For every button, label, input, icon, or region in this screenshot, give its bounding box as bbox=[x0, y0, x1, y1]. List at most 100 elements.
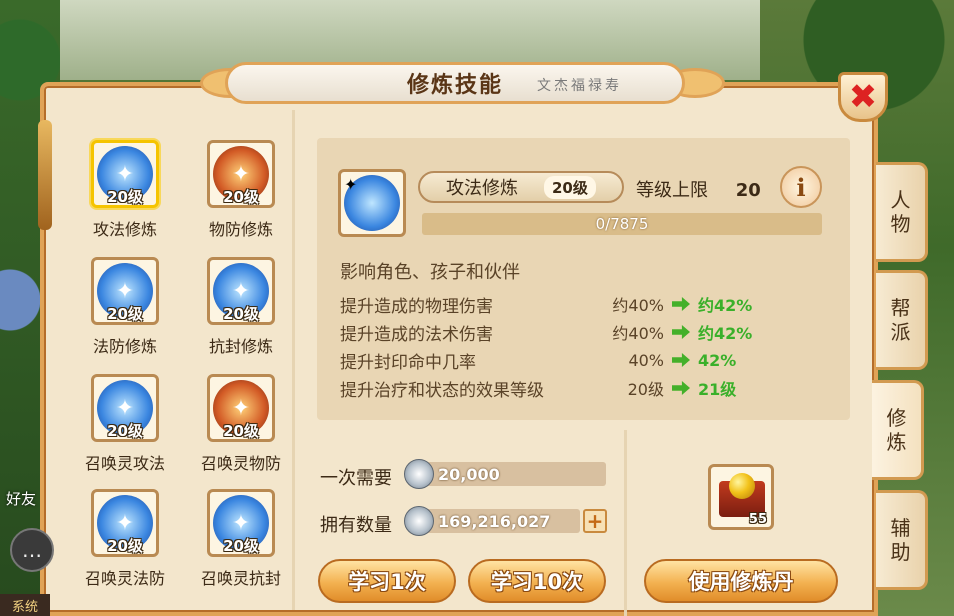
use-pill-button[interactable]: 使用修炼丹 bbox=[644, 559, 838, 603]
skill-icon-frame: ✦ 20级 bbox=[207, 257, 275, 325]
add-currency-button[interactable]: + bbox=[583, 509, 607, 533]
skill-name: 召唤灵攻法 bbox=[84, 454, 165, 473]
effect-next: 约42% bbox=[698, 296, 753, 315]
effect-label: 提升封印命中几率 bbox=[340, 352, 476, 373]
experience-progress-bar: 0/7875 bbox=[422, 213, 822, 235]
skill-name: 攻法修炼 bbox=[446, 178, 518, 199]
panel-title: 修炼技能 bbox=[406, 73, 503, 98]
skill-level: 20级 bbox=[544, 175, 596, 199]
skill-level-badge: 20级 bbox=[223, 188, 259, 206]
cost-value: 20,000 bbox=[438, 464, 500, 484]
effect-next: 21级 bbox=[698, 380, 737, 399]
skill-icon-frame: ✦ 20级 bbox=[207, 374, 275, 442]
skill-name: 召唤灵法防 bbox=[84, 569, 165, 588]
side-tab-char: 助 bbox=[890, 540, 911, 564]
gold-orb-icon bbox=[729, 473, 755, 499]
skill-grid: ✦ 20级 攻法修炼 ✦ 20级 物防修炼 ✦ 20级 法防修炼 ✦ 20级 抗封修炼 ✦ 20级 召唤灵攻… bbox=[70, 140, 290, 600]
title-bar: 修炼技能 文杰福禄寿 bbox=[225, 62, 685, 104]
attack-magic-icon: ✦ bbox=[344, 175, 400, 231]
effect-label: 提升造成的法术伤害 bbox=[340, 324, 493, 345]
effect-next: 约42% bbox=[698, 324, 753, 343]
skill-level-badge: 20级 bbox=[223, 422, 259, 440]
effect-row: 提升封印命中几率 40% 42% bbox=[340, 346, 800, 374]
cultivation-pill-item[interactable]: 55 bbox=[708, 464, 774, 530]
skill-item[interactable]: ✦ 20级 物防修炼 bbox=[186, 140, 296, 255]
level-cap: 等级上限 20 bbox=[636, 176, 761, 202]
side-tab[interactable]: 帮派 bbox=[876, 270, 928, 370]
pill-quantity: 55 bbox=[748, 512, 767, 527]
skill-item[interactable]: ✦ 20级召唤灵物防 bbox=[186, 374, 296, 489]
learn-ten-button[interactable]: 学习10次 bbox=[468, 559, 606, 603]
effect-row: 提升造成的物理伤害 约40% 约42% bbox=[340, 290, 800, 318]
skill-name: 攻法修炼 bbox=[92, 220, 157, 239]
side-tab-char: 辅 bbox=[890, 516, 911, 540]
effect-next: 42% bbox=[698, 350, 737, 370]
effect-label: 提升治疗和状态的效果等级 bbox=[340, 380, 544, 401]
skill-level-badge: 20级 bbox=[107, 305, 143, 323]
divider bbox=[624, 430, 627, 616]
side-tab[interactable]: 修炼 bbox=[872, 380, 924, 480]
owned-field: 169,216,027 bbox=[404, 506, 580, 536]
skill-name: 法防修炼 bbox=[92, 337, 157, 356]
effect-current: 约40% bbox=[612, 324, 664, 343]
skill-icon-frame: ✦ 20级 bbox=[91, 374, 159, 442]
effect-title: 影响角色、孩子和伙伴 bbox=[340, 262, 520, 283]
skill-name: 抗封修炼 bbox=[208, 337, 273, 356]
skill-level-badge: 20级 bbox=[223, 305, 259, 323]
arrow-right-icon bbox=[672, 325, 690, 339]
silver-coin-icon bbox=[404, 459, 434, 489]
divider bbox=[292, 110, 295, 610]
skill-item[interactable]: ✦ 20级召唤灵抗封 bbox=[186, 489, 296, 604]
effect-label: 提升造成的物理伤害 bbox=[340, 296, 493, 317]
info-icon: i bbox=[796, 172, 806, 202]
silver-coin-icon bbox=[404, 506, 434, 536]
effect-current: 40% bbox=[628, 350, 664, 370]
selected-skill-icon: ✦ bbox=[338, 169, 406, 237]
arrow-right-icon bbox=[672, 297, 690, 311]
progress-text: 0/7875 bbox=[595, 215, 649, 233]
effect-row: 提升治疗和状态的效果等级 20级 21级 bbox=[340, 374, 800, 402]
chat-button[interactable]: … bbox=[10, 528, 54, 572]
info-button[interactable]: i bbox=[780, 166, 822, 208]
friend-label[interactable]: 好友 bbox=[6, 488, 36, 509]
skill-name: 召唤灵物防 bbox=[200, 454, 281, 473]
system-channel-tab[interactable]: 系统 bbox=[0, 594, 50, 616]
skill-icon-frame: ✦ 20级 bbox=[91, 257, 159, 325]
side-tab-char: 物 bbox=[890, 212, 911, 236]
side-tab-char: 修 bbox=[886, 406, 907, 430]
skill-name-bar: 攻法修炼 20级 bbox=[418, 171, 624, 203]
arrow-right-icon bbox=[672, 381, 690, 395]
skill-level-badge: 20级 bbox=[107, 188, 143, 206]
effect-current: 约40% bbox=[612, 296, 664, 315]
effect-row: 提升造成的法术伤害 约40% 约42% bbox=[340, 318, 800, 346]
skill-icon-frame: ✦ 20级 bbox=[207, 140, 275, 208]
skill-icon-frame: ✦ 20级 bbox=[91, 140, 159, 208]
owned-value: 169,216,027 bbox=[438, 511, 551, 531]
owned-label: 拥有数量 bbox=[320, 515, 392, 536]
skill-item[interactable]: ✦ 20级 召唤灵法防 bbox=[70, 489, 180, 604]
arrow-right-icon bbox=[672, 353, 690, 367]
side-tab[interactable]: 辅助 bbox=[876, 490, 928, 590]
side-tab-char: 炼 bbox=[886, 430, 907, 454]
side-tab-char: 帮 bbox=[890, 296, 911, 320]
cost-label: 一次需要 bbox=[320, 468, 392, 489]
plus-icon: + bbox=[586, 509, 604, 533]
skill-item[interactable]: ✦ 20级法防修炼 bbox=[70, 257, 180, 372]
title-decoration-text: 文杰福禄寿 bbox=[537, 78, 622, 94]
effect-current: 20级 bbox=[627, 380, 664, 399]
learn-once-button[interactable]: 学习1次 bbox=[318, 559, 456, 603]
effect-list: 提升造成的物理伤害 约40% 约42% 提升造成的法术伤害 约40% 约42% 提升封印命中… bbox=[340, 290, 800, 402]
close-button[interactable]: ✖ bbox=[838, 72, 888, 122]
side-tab-char: 派 bbox=[890, 320, 911, 344]
close-icon: ✖ bbox=[848, 77, 878, 117]
level-cap-value: 20 bbox=[735, 180, 761, 201]
skill-item[interactable]: ✦ 20级抗封修炼 bbox=[186, 257, 296, 372]
side-tab[interactable]: 人物 bbox=[876, 162, 928, 262]
tassel-ornament bbox=[38, 120, 52, 230]
skill-name: 召唤灵抗封 bbox=[200, 569, 281, 588]
skill-item[interactable]: ✦ 20级攻法修炼 bbox=[70, 140, 180, 255]
skill-icon-frame: ✦ 20级 bbox=[207, 489, 275, 557]
skill-item[interactable]: ✦ 20级召唤灵攻法 bbox=[70, 374, 180, 489]
side-tab-char: 人 bbox=[890, 188, 911, 212]
skill-level-badge: 20级 bbox=[107, 422, 143, 440]
